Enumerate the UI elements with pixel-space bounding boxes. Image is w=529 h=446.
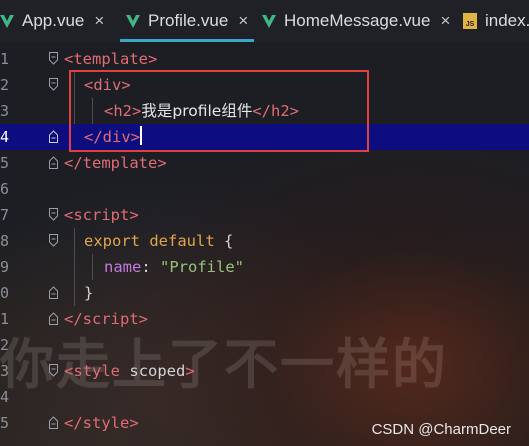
tag-name: template [73,50,148,68]
fold-end-icon[interactable] [49,130,58,143]
tag-name: style [82,414,130,432]
brace: { [224,232,234,250]
code-line[interactable]: 5 </template> [0,150,529,176]
tab-profile-vue[interactable]: Profile.vue × [120,0,255,42]
line-number: 9 [0,258,10,276]
close-icon[interactable]: × [238,11,248,31]
code-line[interactable]: 8 export default { [0,228,529,254]
tab-app-vue[interactable]: App.vue × [0,0,104,42]
string-value: "Profile" [160,258,245,276]
line-number: 6 [0,180,10,198]
line-number: 4 [0,128,10,146]
keyword: default [149,232,215,250]
vue-file-icon [262,14,276,28]
line-number: 2 [0,76,10,94]
code-line[interactable]: 1 </script> [0,306,529,332]
tag-name: template [82,154,158,172]
vue-file-icon [126,14,140,28]
tab-label: Profile.vue [148,11,229,30]
line-number: 1 [0,310,10,328]
fold-open-icon[interactable] [49,52,58,65]
line-number: 7 [0,206,10,224]
code-line[interactable]: 6 [0,176,529,202]
fold-end-icon[interactable] [49,156,58,169]
code-line[interactable]: 1 <template> [0,46,529,72]
line-number: 1 [0,50,10,68]
fold-open-icon[interactable] [49,208,58,221]
line-number: 8 [0,232,10,250]
annotation-highlight-box [69,70,369,152]
fold-end-icon[interactable] [49,416,58,429]
close-icon[interactable]: × [440,11,450,31]
fold-open-icon[interactable] [49,234,58,247]
watermark: CSDN @CharmDeer [371,421,511,438]
line-number: 4 [0,388,10,406]
code-line[interactable]: 3 <style scoped> [0,358,529,384]
tab-index-js[interactable]: JS index. [463,0,529,42]
tab-homemessage-vue[interactable]: HomeMessage.vue × [262,0,450,42]
line-number: 2 [0,336,10,354]
code-line[interactable]: 4 [0,384,529,410]
vue-file-icon [0,14,14,28]
brace: } [84,284,94,302]
fold-open-icon[interactable] [49,78,58,91]
tab-label: index. [485,11,529,30]
fold-end-icon[interactable] [49,286,58,299]
code-line[interactable]: 2 [0,332,529,358]
editor-tab-bar: App.vue × Profile.vue × HomeMessage.vue … [0,0,529,42]
keyword: export [84,232,140,250]
close-icon[interactable]: × [94,11,104,31]
tag-name: script [73,206,130,224]
tag-name: style [73,362,121,380]
code-line[interactable]: 9 name: "Profile" [0,254,529,280]
line-number: 0 [0,284,10,302]
tab-label: App.vue [22,11,85,30]
js-file-icon: JS [463,13,477,29]
code-line[interactable]: 0 } [0,280,529,306]
fold-open-icon[interactable] [49,364,58,377]
code-line[interactable]: 7 <script> [0,202,529,228]
tag-name: script [82,310,139,328]
line-number: 3 [0,102,10,120]
line-number: 5 [0,154,10,172]
line-number: 3 [0,362,10,380]
colon: : [141,258,151,276]
property-key: name [104,258,142,276]
code-editor[interactable]: 你走上了不一样的 1 <template> 2 <div> 3 <h2>我是pr… [0,42,529,446]
line-number: 5 [0,414,10,432]
fold-end-icon[interactable] [49,312,58,325]
attribute: scoped [129,362,186,380]
tab-label: HomeMessage.vue [284,11,431,30]
